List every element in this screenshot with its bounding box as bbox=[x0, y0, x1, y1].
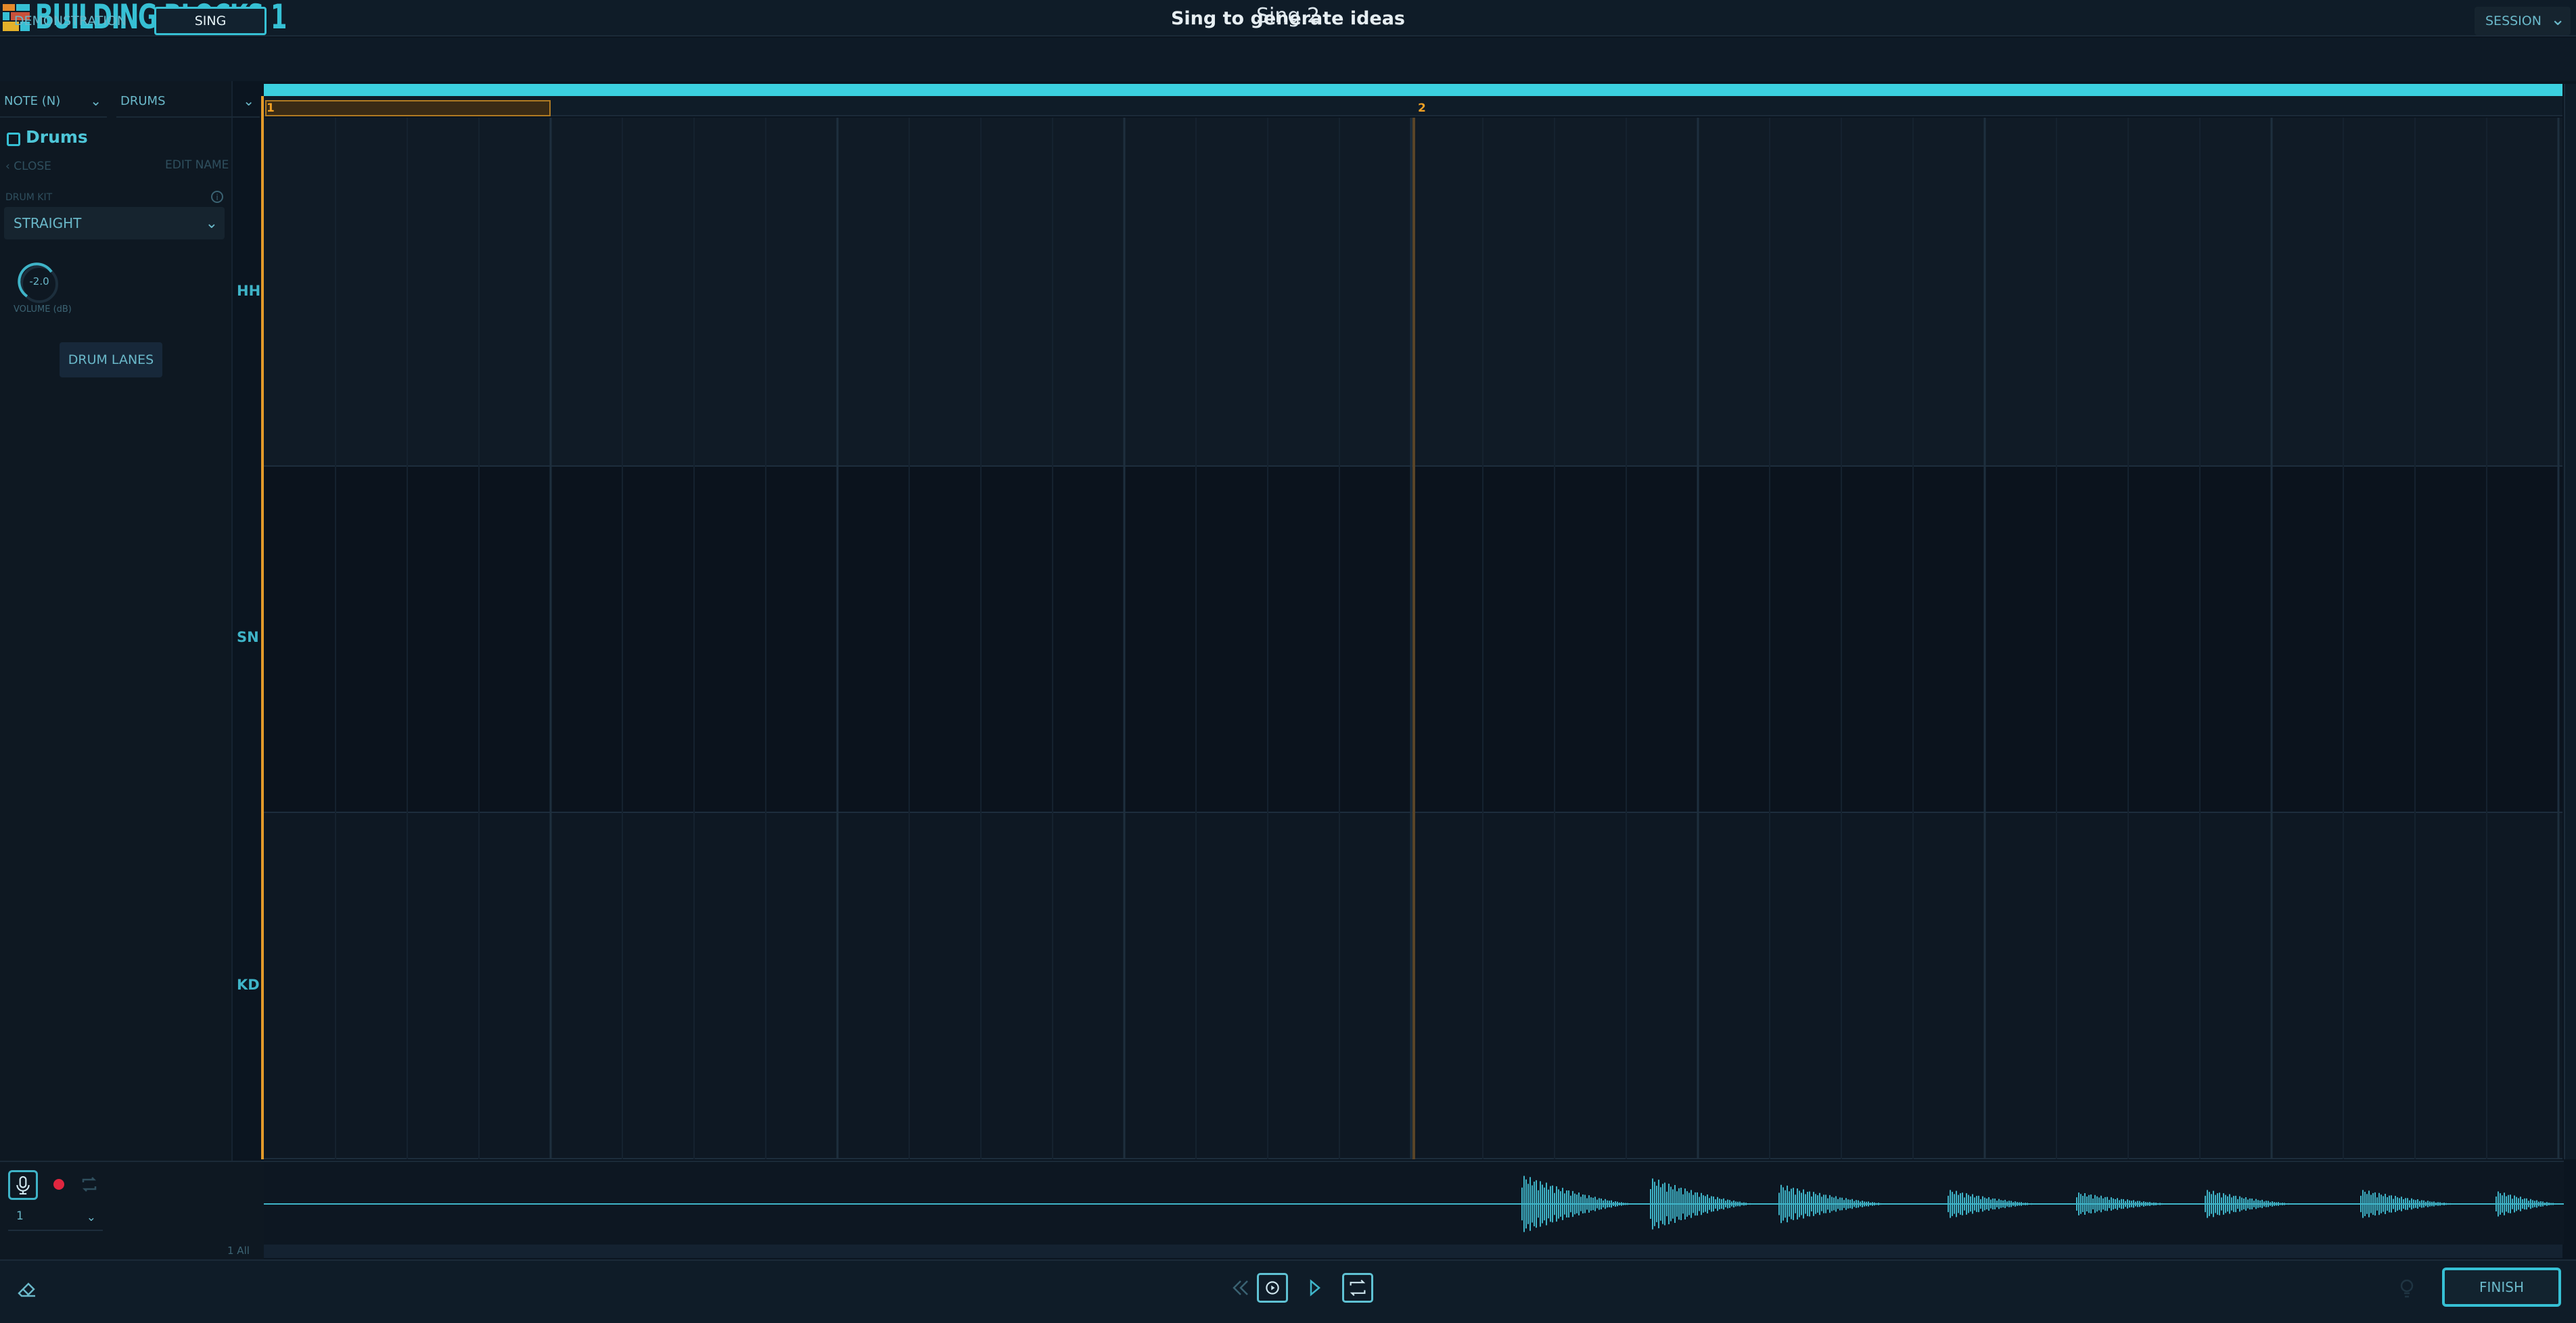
hint-icon[interactable] bbox=[2395, 1276, 2419, 1303]
page-subtitle: Sing to generate ideas bbox=[1170, 8, 1406, 29]
mode-bar bbox=[0, 38, 2576, 81]
close-label: CLOSE bbox=[14, 160, 51, 173]
track-name: Drums bbox=[26, 127, 88, 147]
playhead[interactable] bbox=[261, 96, 264, 1159]
take-value: 1 bbox=[16, 1209, 24, 1223]
timeline-ruler[interactable] bbox=[264, 96, 2562, 116]
mic-icon[interactable] bbox=[8, 1170, 38, 1200]
volume-value: -2.0 bbox=[29, 275, 49, 287]
loop-region[interactable] bbox=[265, 100, 551, 116]
bar-line bbox=[1412, 118, 1415, 1159]
horizontal-scrollbar[interactable] bbox=[264, 1245, 2562, 1258]
transport-bar bbox=[0, 1259, 2576, 1323]
timeline-scrollbar[interactable] bbox=[264, 84, 2562, 96]
loop-icon[interactable] bbox=[80, 1176, 99, 1193]
rewind-icon[interactable] bbox=[1224, 1273, 1256, 1303]
chevron-down-icon: ⌄ bbox=[90, 93, 101, 109]
bar-number: 1 bbox=[267, 101, 275, 115]
play-icon[interactable] bbox=[1299, 1273, 1330, 1303]
record-icon[interactable] bbox=[50, 1176, 68, 1193]
audio-waveform bbox=[264, 1176, 2564, 1232]
lane-label-hh: HH bbox=[237, 283, 261, 299]
restart-icon[interactable] bbox=[1257, 1273, 1288, 1303]
note-dropdown-label: NOTE (N) bbox=[4, 93, 61, 108]
eraser-icon[interactable] bbox=[14, 1276, 41, 1303]
finish-button[interactable]: FINISH bbox=[2442, 1268, 2561, 1307]
chevron-left-icon: ‹ bbox=[5, 160, 14, 173]
take-count-label: 1 All bbox=[227, 1245, 250, 1257]
take-dropdown[interactable]: 1 ⌄ bbox=[8, 1209, 103, 1231]
loop-icon[interactable] bbox=[1342, 1273, 1373, 1303]
chevron-down-icon: ⌄ bbox=[243, 93, 254, 109]
note-dropdown[interactable]: NOTE (N) ⌄ bbox=[0, 85, 107, 118]
close-button[interactable]: ‹ CLOSE bbox=[5, 160, 51, 173]
session-label: SESSION bbox=[2485, 14, 2542, 28]
session-dropdown[interactable]: SESSION ⌄ bbox=[2475, 7, 2571, 35]
chevron-down-icon: ⌄ bbox=[86, 1211, 96, 1224]
bar-number: 2 bbox=[1418, 101, 1426, 115]
instrument-dropdown-label: DRUMS bbox=[120, 93, 166, 108]
lane-label-kd: KD bbox=[237, 977, 260, 993]
volume-label: VOLUME (dB) bbox=[14, 304, 72, 315]
chevron-down-icon: ⌄ bbox=[205, 214, 218, 232]
drum-lanes-button[interactable]: DRUM LANES bbox=[60, 342, 162, 377]
drum-kit-dropdown[interactable]: STRAIGHT ⌄ bbox=[4, 207, 225, 239]
vertical-scrollbar[interactable] bbox=[2564, 84, 2576, 1159]
chevron-down-icon: ⌄ bbox=[2550, 9, 2565, 30]
track-checkbox[interactable] bbox=[7, 133, 20, 146]
edit-name-button[interactable]: EDIT NAME bbox=[165, 158, 229, 172]
drum-kit-value: STRAIGHT bbox=[14, 215, 82, 231]
info-icon[interactable]: i bbox=[211, 191, 223, 203]
instrument-dropdown[interactable]: DRUMS ⌄ bbox=[116, 85, 260, 118]
lane-label-sn: SN bbox=[237, 629, 259, 645]
drum-kit-label: DRUM KIT bbox=[5, 192, 53, 203]
